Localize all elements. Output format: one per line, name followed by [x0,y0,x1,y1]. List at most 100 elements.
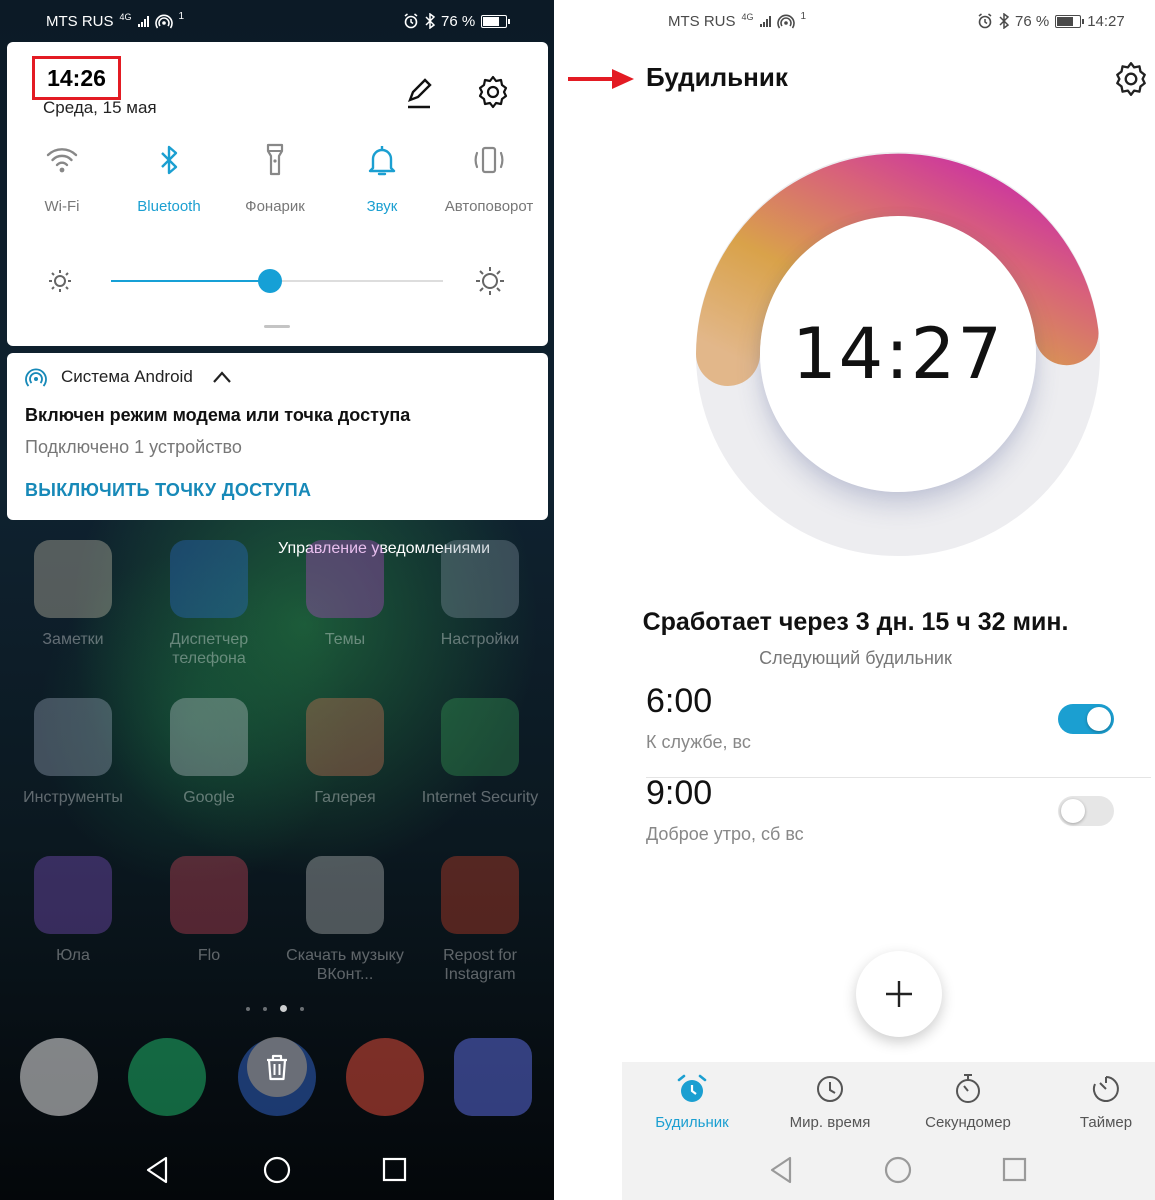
app-icon[interactable]: Галерея [280,698,410,807]
app-icon-image [441,698,519,776]
alarm-toggle[interactable] [1058,704,1114,734]
disable-hotspot-button[interactable]: ВЫКЛЮЧИТЬ ТОЧКУ ДОСТУПА [25,480,311,501]
app-icon-image [170,856,248,934]
signal-icon [759,15,771,27]
app-icon[interactable]: Скачать музыку ВКонт... [280,856,410,984]
app-label: Настройки [440,631,520,648]
app-icon[interactable]: Инструменты [8,698,138,807]
status-bar-left: MTS RUS 4G 1 [668,8,806,34]
camera-dock-icon[interactable] [454,1038,532,1116]
recents-icon[interactable] [995,1150,1035,1190]
back-icon[interactable] [762,1150,802,1190]
home-screen-grid: Заметки Диспетчер телефона Темы Настройки Ин… [0,525,554,995]
alarm-label: Доброе утро, сб вс [646,824,804,844]
tile-autorotate[interactable]: Автоповорот [434,142,544,215]
tile-bluetooth[interactable]: Bluetooth [114,142,224,215]
alarm-label: К службе, вс [646,732,751,752]
clock-dial: 14:27 [696,152,1100,556]
app-label: Заметки [42,631,104,648]
home-icon[interactable] [257,1150,297,1190]
page-dot [263,1006,267,1011]
app-icon[interactable]: Repost for Instagram [415,856,545,984]
signal-icon [137,15,149,27]
tab-world-clock[interactable]: Мир. время [760,1072,900,1131]
battery-icon [481,14,511,28]
tab-label: Мир. время [789,1114,871,1131]
alarm-item[interactable]: 6:00 К службе, вс [646,682,1151,778]
app-icon-image [170,698,248,776]
bluetooth-icon [161,145,178,175]
hotspot-icon [776,14,795,29]
add-alarm-button[interactable] [856,951,942,1037]
bottom-tab-bar: Будильник Мир. время Секундомер Таймер [622,1062,1155,1200]
app-label: Flo [197,947,221,964]
tile-wifi[interactable]: Wi-Fi [7,142,117,215]
next-alarm-countdown: Сработает через 3 дн. 15 ч 32 мин. [642,608,1069,636]
brightness-knob[interactable] [258,269,283,293]
bluetooth-status-icon [425,13,435,29]
sim-index: 1 [178,10,185,22]
notification-text: Подключено 1 устройство [25,437,242,457]
app-icon[interactable]: Internet Security [415,698,545,807]
app-icon-image [306,540,384,618]
app-icon[interactable]: Темы [280,540,410,649]
gpay-dock-icon[interactable] [20,1038,98,1116]
chrome-dock-icon[interactable] [346,1038,424,1116]
app-icon-image [34,540,112,618]
chevron-up-icon[interactable] [212,370,232,384]
battery-percent: 76 % [1015,12,1050,30]
settings-gear-icon[interactable] [475,74,511,110]
notification-card[interactable]: Система Android Включен режим модема или… [7,353,548,520]
tab-timer[interactable]: Таймер [1036,1072,1155,1131]
app-label: Repost for Instagram [443,947,517,983]
carrier-label: MTS RUS [668,12,736,30]
next-alarm-caption: Следующий будильник [759,648,952,668]
qs-clock[interactable]: 14:26 [32,56,121,100]
page-dot [300,1006,304,1011]
app-icon[interactable]: Flo [144,856,274,965]
alarm-time: 9:00 [646,774,713,812]
back-icon[interactable] [138,1150,178,1190]
timer-icon [1092,1076,1119,1102]
qs-date[interactable]: Среда, 15 мая [43,98,157,118]
app-icon[interactable]: Юла [8,856,138,965]
brightness-high-icon [476,267,504,295]
nav-bar-left [0,1150,554,1190]
app-icon[interactable]: Диспетчер телефона [144,540,274,668]
bluetooth-status-icon [999,13,1009,29]
app-icon[interactable]: Настройки [415,540,545,649]
alarm-status-icon [404,13,418,29]
tile-sound[interactable]: Звук [327,142,437,215]
app-icon-image [306,856,384,934]
brightness-slider[interactable] [111,269,443,293]
panel-drag-handle[interactable] [264,325,290,328]
tab-alarm[interactable]: Будильник [622,1072,762,1131]
app-icon-image [441,856,519,934]
trash-icon [267,1054,287,1081]
app-icon-image [34,698,112,776]
alarm-toggle[interactable] [1058,796,1114,826]
status-bar-left: MTS RUS 4G 1 [46,8,184,34]
page-title: Будильник [646,62,788,92]
tab-stopwatch[interactable]: Секундомер [898,1072,1038,1131]
tab-label: Будильник [655,1114,729,1131]
app-label: Галерея [314,789,376,806]
delete-zone[interactable] [247,1037,307,1097]
stopwatch-icon [956,1074,980,1103]
edit-icon[interactable] [402,76,436,110]
network-type: 4G [119,12,132,22]
tab-label: Секундомер [925,1114,1011,1131]
settings-gear-icon[interactable] [1112,60,1150,98]
notification-title: Включен режим модема или точка доступа [25,405,411,425]
app-icon[interactable]: Заметки [8,540,138,649]
alarm-item[interactable]: 9:00 Доброе утро, сб вс [646,774,1151,866]
plus-icon [886,981,912,1007]
recents-icon[interactable] [375,1150,415,1190]
app-label: Диспетчер телефона [169,631,249,667]
phone-dock-icon[interactable] [128,1038,206,1116]
app-icon[interactable]: Google [144,698,274,807]
tile-label: Фонарик [245,198,305,215]
tile-flashlight[interactable]: Фонарик [220,142,330,215]
home-icon[interactable] [878,1150,918,1190]
quick-settings-panel: 14:26 Среда, 15 мая Wi-Fi Bluetooth Фона… [7,42,548,346]
